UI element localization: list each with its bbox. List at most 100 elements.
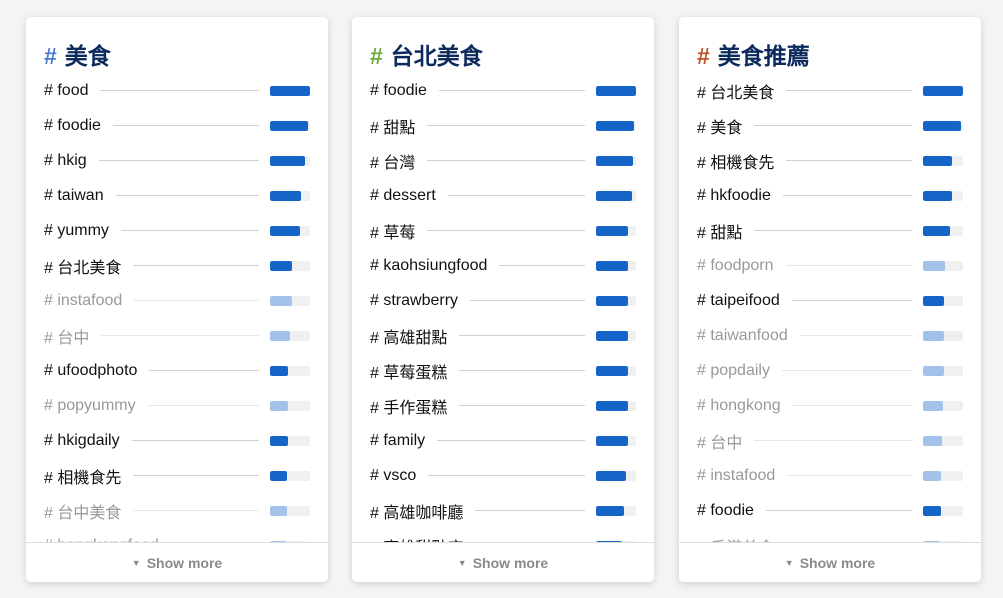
hashtag-label[interactable]: # 台中美食 xyxy=(44,499,133,523)
hashtag-label[interactable]: # 高雄咖啡廳 xyxy=(370,499,475,523)
hashtag-row[interactable]: # food xyxy=(26,73,328,108)
hashtag-row[interactable]: # 台灣 xyxy=(352,143,654,178)
hashtag-row[interactable]: # 美食 xyxy=(679,108,981,143)
hashtag-label[interactable]: # taiwanfood xyxy=(697,327,800,345)
hashtag-label[interactable]: # 相機食先 xyxy=(44,464,133,488)
hashtag-row[interactable]: # hkig xyxy=(26,143,328,178)
hashtag-label[interactable]: # hkig xyxy=(44,152,99,170)
hashtag-label[interactable]: # hkigdaily xyxy=(44,432,132,450)
hashtag-row[interactable]: # 台中美食 xyxy=(26,493,328,528)
hashtag-row[interactable]: # 草莓蛋糕 xyxy=(352,353,654,388)
hashtag-label[interactable]: # instafood xyxy=(44,292,134,310)
hashtag-label[interactable]: # taiwan xyxy=(44,187,116,205)
hashtag-label[interactable]: # 美食 xyxy=(697,114,754,138)
hashtag-row[interactable]: # popyummy xyxy=(26,388,328,423)
hashtag-row[interactable]: # 相機食先 xyxy=(26,458,328,493)
hashtag-row[interactable]: # 高雄咖啡廳 xyxy=(352,493,654,528)
hashtag-label[interactable]: # 台北美食 xyxy=(44,254,133,278)
hashtag-label[interactable]: # 草莓 xyxy=(370,219,427,243)
hashtag-label[interactable]: # yummy xyxy=(44,222,121,240)
hashtag-label[interactable]: # 草莓蛋糕 xyxy=(370,359,459,383)
hashtag-label[interactable]: # hongkong xyxy=(697,397,793,415)
hashtag-label[interactable]: # 甜點 xyxy=(697,219,754,243)
hashtag-label[interactable]: # 台中 xyxy=(697,429,754,453)
hashtag-row[interactable]: # dessert xyxy=(352,178,654,213)
hashtag-row[interactable]: # strawberry xyxy=(352,283,654,318)
hashtag-label[interactable]: # foodporn xyxy=(697,257,786,275)
hashtag-label[interactable]: # foodie xyxy=(44,117,113,135)
hashtag-label[interactable]: # taipeifood xyxy=(697,292,792,310)
hashtag-label[interactable]: # vsco xyxy=(370,467,428,485)
hashtag-row[interactable]: # vsco xyxy=(352,458,654,493)
hashtag-row[interactable]: # hongkongfood xyxy=(26,528,328,542)
hashtag-label[interactable]: # foodie xyxy=(697,502,766,520)
show-more-button[interactable]: ▼ Show more xyxy=(352,542,654,582)
hashtag-row[interactable]: # 甜點 xyxy=(679,213,981,248)
hashtag-row[interactable]: # 甜點 xyxy=(352,108,654,143)
hashtag-row[interactable]: # foodporn xyxy=(679,248,981,283)
hashtag-row[interactable]: # 高雄甜點 xyxy=(352,318,654,353)
hashtag-label[interactable]: # strawberry xyxy=(370,292,470,310)
hashtag-label[interactable]: # food xyxy=(44,82,100,100)
show-more-button[interactable]: ▼ Show more xyxy=(679,542,981,582)
connector-line xyxy=(147,405,259,406)
relevance-bar xyxy=(270,365,310,376)
hashtag-row[interactable]: # hkigdaily xyxy=(26,423,328,458)
hashtag-row[interactable]: # 相機食先 xyxy=(679,143,981,178)
hashtag-row[interactable]: # family xyxy=(352,423,654,458)
hashtag-label[interactable]: # popdaily xyxy=(697,362,782,380)
hashtag-label[interactable]: # 相機食先 xyxy=(697,149,786,173)
hashtag-row[interactable]: # 台中 xyxy=(26,318,328,353)
hashtag-label[interactable]: # 甜點 xyxy=(370,114,427,138)
hashtag-label[interactable]: # 香港美食 xyxy=(697,534,786,543)
hashtag-label[interactable]: # 台灣 xyxy=(370,149,427,173)
hashtag-label[interactable]: # instafood xyxy=(697,467,787,485)
hashtag-label[interactable]: # popyummy xyxy=(44,397,148,415)
hashtag-label[interactable]: # dessert xyxy=(370,187,448,205)
card-title: # 美食 xyxy=(44,37,111,71)
show-more-button[interactable]: ▼ Show more xyxy=(26,542,328,582)
hashtag-row[interactable]: # 香港美食 xyxy=(679,528,981,542)
relevance-bar-fill xyxy=(923,400,943,411)
hashtag-row[interactable]: # 手作蛋糕 xyxy=(352,388,654,423)
hashtag-label[interactable]: # 高雄甜點店 xyxy=(370,534,475,543)
hashtag-label[interactable]: # family xyxy=(370,432,437,450)
hashtag-row[interactable]: # instafood xyxy=(26,283,328,318)
hashtag-label[interactable]: # ufoodphoto xyxy=(44,362,149,380)
hashtag-row[interactable]: # taiwan xyxy=(26,178,328,213)
hashtag-label[interactable]: # 台北美食 xyxy=(697,79,786,103)
hashtag-label[interactable]: # kaohsiungfood xyxy=(370,257,499,275)
hashtag-label[interactable]: # hkfoodie xyxy=(697,187,783,205)
relevance-bar-fill xyxy=(923,435,943,446)
hashtag-row[interactable]: # ufoodphoto xyxy=(26,353,328,388)
hashtag-row[interactable]: # foodie xyxy=(679,493,981,528)
hashtag-row[interactable]: # 台中 xyxy=(679,423,981,458)
hashtag-row[interactable]: # 台北美食 xyxy=(679,73,981,108)
hashtag-row[interactable]: # 高雄甜點店 xyxy=(352,528,654,542)
relevance-bar xyxy=(923,470,963,481)
relevance-bar-fill xyxy=(596,365,628,376)
relevance-bar xyxy=(923,190,963,201)
card-title-text: 台北美食 xyxy=(390,43,483,69)
hashtag-row[interactable]: # 台北美食 xyxy=(26,248,328,283)
hashtag-row[interactable]: # instafood xyxy=(679,458,981,493)
hashtag-row[interactable]: # 草莓 xyxy=(352,213,654,248)
hashtag-label[interactable]: # 台中 xyxy=(44,324,101,348)
hashtag-label[interactable]: # 高雄甜點 xyxy=(370,324,459,348)
connector-line xyxy=(101,335,259,336)
hashtag-row[interactable]: # kaohsiungfood xyxy=(352,248,654,283)
relevance-bar xyxy=(923,400,963,411)
hashtag-row[interactable]: # foodie xyxy=(352,73,654,108)
hashtag-row[interactable]: # taiwanfood xyxy=(679,318,981,353)
hashtag-row[interactable]: # yummy xyxy=(26,213,328,248)
hashtag-row[interactable]: # taipeifood xyxy=(679,283,981,318)
hashtag-row[interactable]: # hkfoodie xyxy=(679,178,981,213)
connector-line xyxy=(98,160,259,161)
hashtag-label[interactable]: # 手作蛋糕 xyxy=(370,394,459,418)
hashtag-label[interactable]: # foodie xyxy=(370,82,439,100)
hashtag-row[interactable]: # popdaily xyxy=(679,353,981,388)
hashtag-row[interactable]: # hongkong xyxy=(679,388,981,423)
card-title-text: 美食推薦 xyxy=(717,43,810,69)
relevance-bar-fill xyxy=(596,400,628,411)
hashtag-row[interactable]: # foodie xyxy=(26,108,328,143)
